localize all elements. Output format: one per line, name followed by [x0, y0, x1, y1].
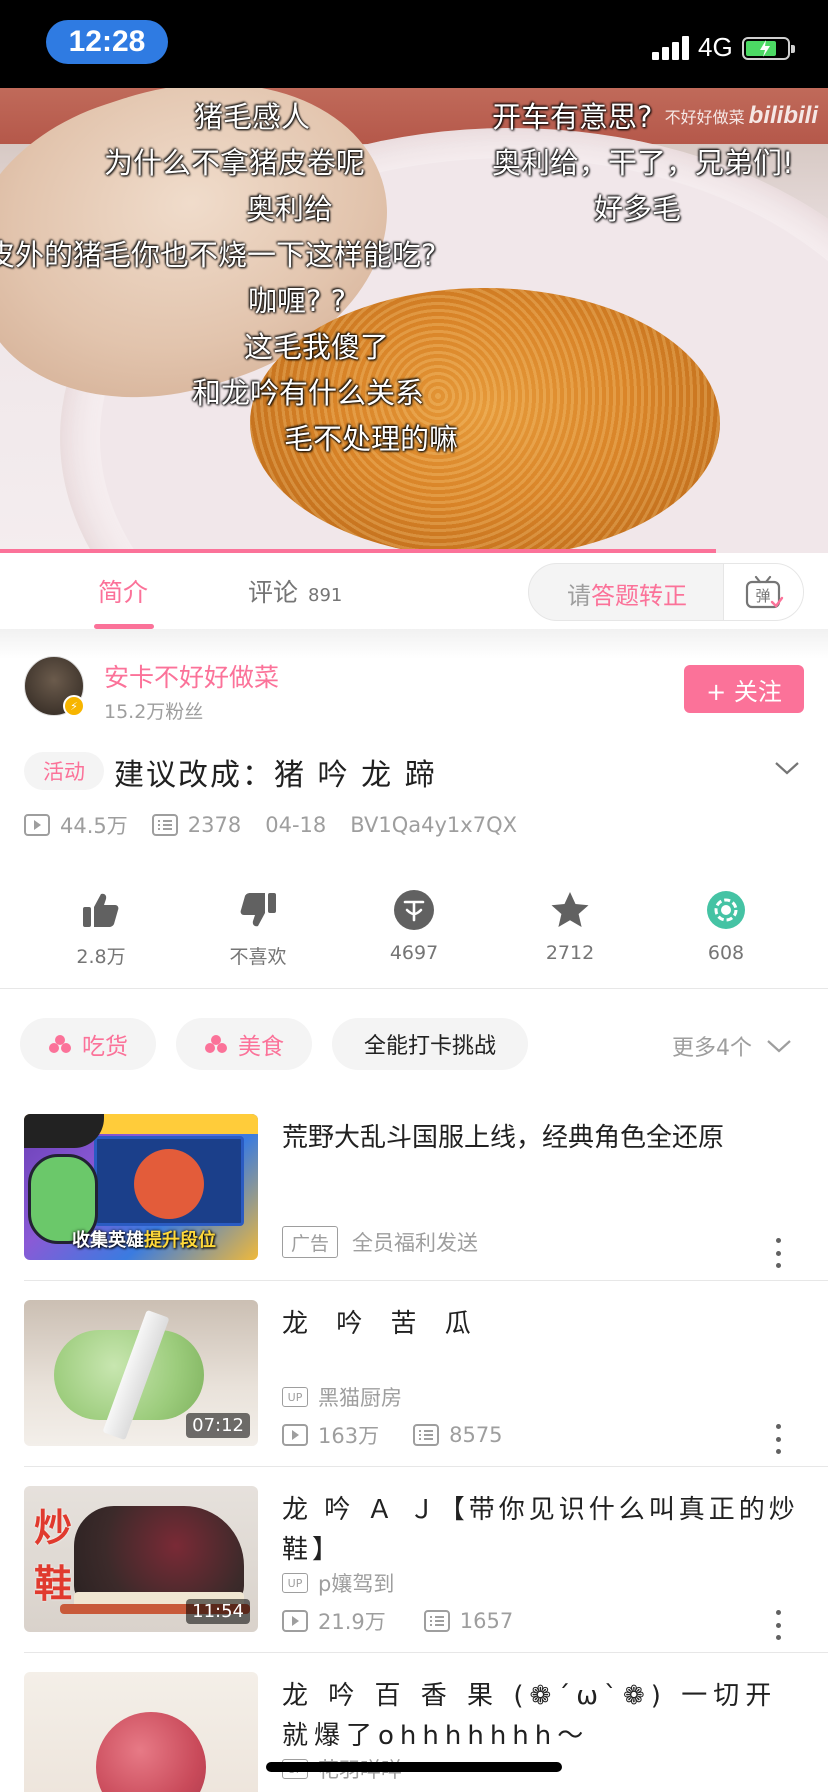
danmaku-comment: 和龙吟有什么关系 [192, 376, 425, 410]
bvid: BV1Qa4y1x7QX [350, 813, 517, 837]
related-uploader[interactable]: UP p孃驾到 [282, 1568, 394, 1598]
status-bar: 12:28 4G [0, 0, 828, 88]
more-options-icon[interactable] [770, 1424, 786, 1454]
danmaku-comment: 好多毛 [594, 192, 682, 226]
up-badge-icon: UP [282, 1573, 308, 1593]
tag-foodie[interactable]: 吃货 [20, 1018, 156, 1070]
coin-button[interactable]: 4697 [354, 886, 474, 964]
more-options-icon[interactable] [770, 1238, 786, 1268]
list-item[interactable]: 07:12 龙 吟 苦 瓜 UP 黑猫厨房 163万 8575 [0, 1300, 828, 1486]
video-thumbnail[interactable] [24, 1672, 258, 1792]
coin-icon [354, 886, 474, 934]
publish-date: 04-18 [265, 813, 327, 837]
play-count-icon [282, 1424, 308, 1446]
channel-icon [48, 1034, 72, 1054]
video-meta: 44.5万 2378 04-18 BV1Qa4y1x7QX [24, 810, 517, 840]
related-title[interactable]: 荒野大乱斗国服上线，经典角色全还原 [282, 1118, 802, 1158]
related-uploader[interactable]: UP 黑猫厨房 [282, 1382, 402, 1412]
verified-badge-icon: ⚡ [63, 695, 85, 717]
related-stats: 163万 8575 [282, 1420, 503, 1450]
list-item[interactable]: 炒鞋 11:54 龙 吟 Ａ Ｊ【带你见识什么叫真正的炒鞋】 UP p孃驾到 2… [0, 1486, 828, 1672]
danmaku-comment: 为什么不拿猪皮卷呢 [104, 146, 366, 180]
video-player[interactable]: 不好好做菜 bilibili 猪毛感人 开车有意思? 为什么不拿猪皮卷呢 奥利给，… [0, 88, 828, 553]
related-title[interactable]: 龙 吟 Ａ Ｊ【带你见识什么叫真正的炒鞋】 [282, 1490, 802, 1570]
dislike-button[interactable]: 不喜欢 [198, 886, 318, 969]
video-title: 建议改成：猪 吟 龙 蹄 [114, 758, 437, 793]
ad-badge: 广告 [282, 1226, 338, 1258]
danmaku-comment: 开车有意思? [492, 100, 653, 134]
tab-comments[interactable]: 评论 891 [248, 573, 342, 609]
danmaku-bar: 请答题转正 弹 [528, 563, 804, 621]
thumb-caption: 收集英雄提升段位 [72, 1230, 216, 1251]
home-indicator[interactable] [266, 1762, 562, 1772]
signal-icon [652, 36, 692, 60]
video-watermark: 不好好做菜 bilibili [664, 102, 818, 129]
activity-tag[interactable]: 活动 [24, 752, 104, 790]
uploader-name[interactable]: 安卡不好好做菜 [104, 658, 279, 694]
danmaku-comment: 皮外的猪毛你也不烧一下这样能吃? [0, 238, 437, 272]
chevron-down-icon [767, 1040, 791, 1053]
related-title[interactable]: 龙 吟 苦 瓜 [282, 1304, 802, 1344]
network-type: 4G [698, 32, 733, 62]
tag-food[interactable]: 美食 [176, 1018, 312, 1070]
video-thumbnail[interactable]: 炒鞋 11:54 [24, 1486, 258, 1632]
danmaku-comment: 奥利给 [246, 192, 334, 226]
video-duration: 11:54 [186, 1599, 250, 1624]
related-stats: 21.9万 1657 [282, 1606, 513, 1636]
more-options-icon[interactable] [770, 1610, 786, 1640]
tab-intro[interactable]: 简介 [98, 573, 148, 609]
list-item[interactable]: 收集英雄提升段位 荒野大乱斗国服上线，经典角色全还原 广告 全员福利发送 [0, 1114, 828, 1300]
danmaku-comment: 猪毛感人 [194, 100, 311, 134]
danmaku-comment: 这毛我傻了 [244, 330, 390, 364]
thumb-caption: 炒鞋 [34, 1506, 73, 1606]
danmaku-comment: 咖喱? ? [248, 284, 347, 318]
comment-count: 891 [308, 585, 343, 606]
danmaku-comment: 毛不处理的嘛 [284, 422, 459, 456]
avatar[interactable]: ⚡ [24, 656, 85, 717]
star-icon [510, 886, 630, 934]
danmaku-comment: 奥利给，干了，兄弟们! [492, 146, 794, 180]
view-count: 44.5万 [60, 814, 128, 838]
like-button[interactable]: 2.8万 [41, 886, 161, 969]
video-thumbnail[interactable]: 收集英雄提升段位 [24, 1114, 258, 1260]
video-thumbnail[interactable]: 07:12 [24, 1300, 258, 1446]
danmaku-count: 2378 [187, 813, 242, 837]
up-badge-icon: UP [282, 1387, 308, 1407]
chevron-down-icon[interactable] [774, 760, 800, 776]
video-duration: 07:12 [186, 1413, 250, 1438]
danmaku-toggle-button[interactable]: 弹 [723, 564, 803, 620]
related-title[interactable]: 龙 吟 百 香 果 (❁´ω`❁) 一切开就爆了ohhhhhhh～ [282, 1676, 802, 1756]
follow-button[interactable]: + 关注 [684, 665, 804, 713]
thumb-up-icon [41, 886, 161, 934]
svg-text:弹: 弹 [755, 587, 770, 605]
danmaku-count-icon [423, 1610, 450, 1632]
channel-icon [204, 1034, 228, 1054]
share-icon [666, 886, 786, 934]
share-button[interactable]: 608 [666, 886, 786, 964]
uploader-fans: 15.2万粉丝 [104, 701, 204, 723]
action-bar: 2.8万 不喜欢 4697 2712 608 [0, 886, 828, 986]
tab-bar: 简介 评论 891 请答题转正 弹 [0, 553, 828, 629]
play-count-icon [24, 814, 50, 836]
danmaku-count-icon [413, 1424, 440, 1446]
danmaku-input[interactable]: 请答题转正 [529, 564, 725, 620]
danmaku-toggle-icon: 弹 [745, 575, 783, 609]
thumb-down-icon [198, 886, 318, 934]
ad-info: 广告 全员福利发送 [282, 1226, 478, 1258]
list-item[interactable]: 龙 吟 百 香 果 (❁´ω`❁) 一切开就爆了ohhhhhhh～ UP 花羽咩… [0, 1672, 828, 1792]
more-tags-button[interactable]: 更多4个 [672, 1030, 792, 1062]
danmaku-count-icon [151, 814, 178, 836]
favorite-button[interactable]: 2712 [510, 886, 630, 964]
play-count-icon [282, 1610, 308, 1632]
tag-challenge[interactable]: 全能打卡挑战 [332, 1018, 528, 1070]
status-time: 12:28 [46, 20, 168, 64]
battery-icon [742, 37, 795, 60]
